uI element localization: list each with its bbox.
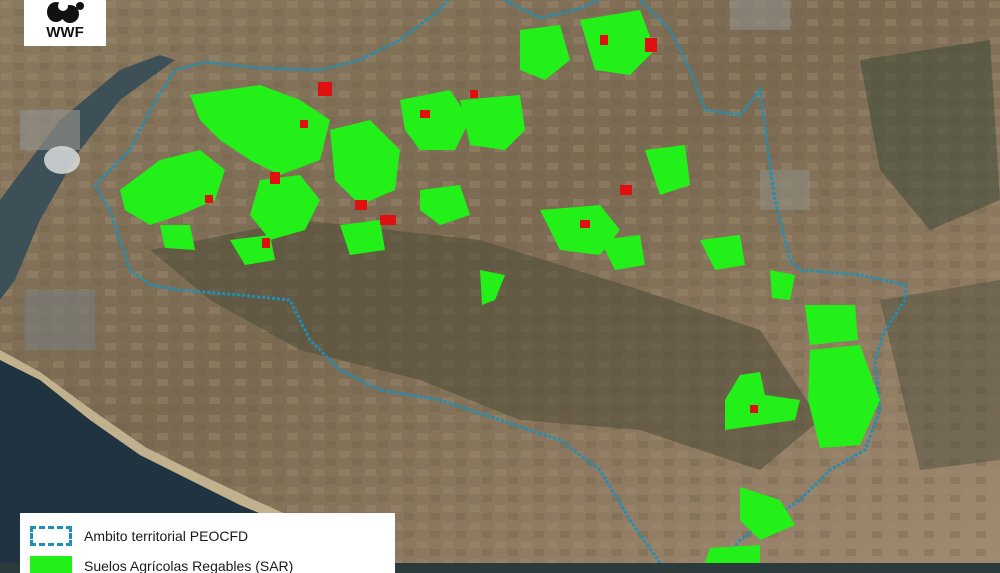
legend-item-boundary: Ambito territorial PEOCFD [30, 525, 248, 547]
logo-text: WWF [46, 24, 84, 41]
boundary-swatch [30, 526, 72, 546]
legend-label-boundary: Ambito territorial PEOCFD [84, 528, 249, 544]
legend-label-irrigated: Suelos Agrícolas Regables (SAR) [84, 558, 294, 573]
panda-icon [47, 1, 84, 23]
legend-item-irrigated: Suelos Agrícolas Regables (SAR) [30, 555, 293, 573]
map-legend: Ambito territorial PEOCFD Suelos Agrícol… [20, 513, 395, 573]
wwf-logo: WWF [24, 0, 106, 46]
satellite-map [0, 0, 1000, 563]
irrigated-swatch [30, 556, 72, 573]
